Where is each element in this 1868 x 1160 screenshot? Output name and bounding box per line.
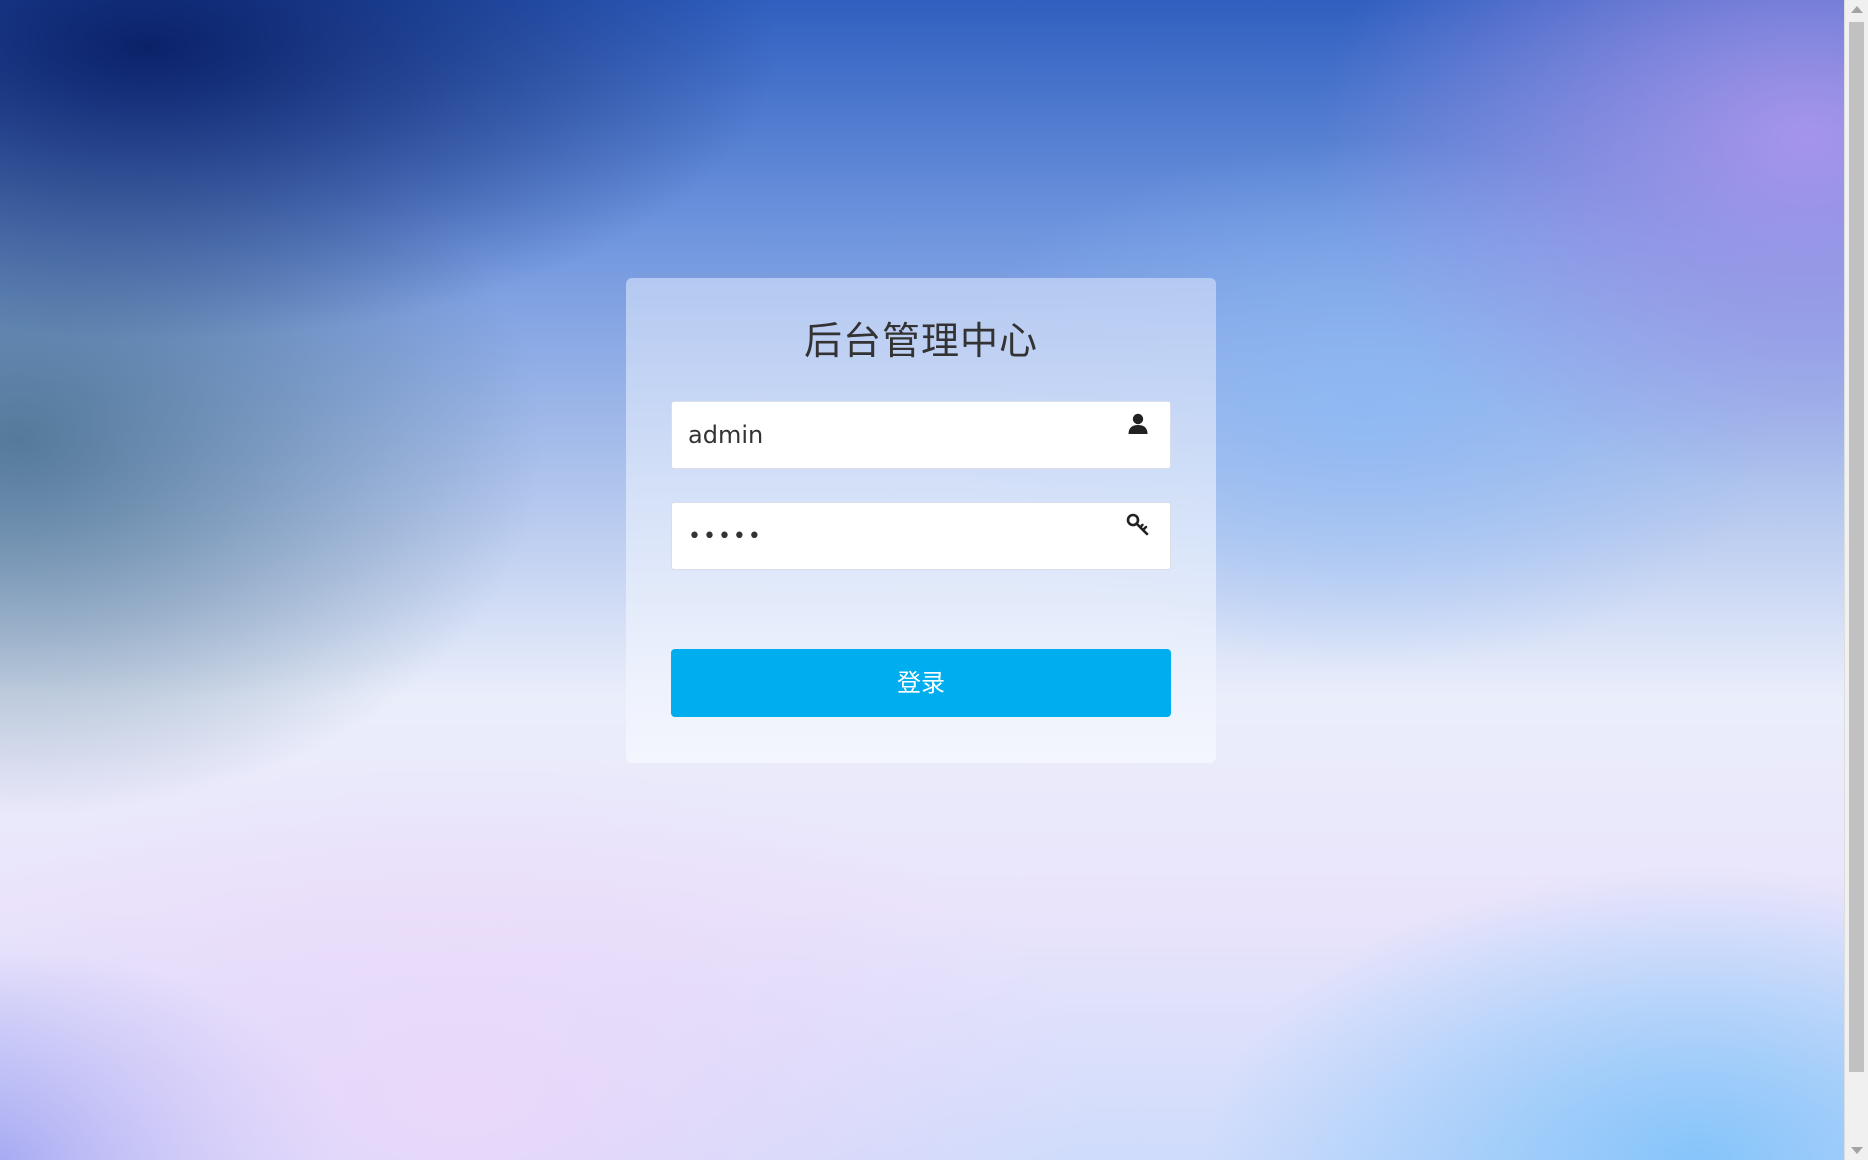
login-button[interactable]: 登录	[671, 649, 1171, 717]
password-field[interactable]	[671, 502, 1171, 570]
username-field[interactable]	[671, 401, 1171, 469]
vertical-scrollbar[interactable]	[1844, 0, 1868, 1160]
scroll-down-arrow-icon[interactable]	[1851, 1147, 1863, 1154]
username-input[interactable]	[672, 402, 1112, 468]
user-icon	[1126, 412, 1150, 436]
key-icon	[1126, 513, 1150, 537]
login-card: 后台管理中心 登录	[626, 278, 1216, 763]
page-background: 后台管理中心 登录	[0, 0, 1844, 1160]
page-title: 后台管理中心	[803, 319, 1038, 363]
scrollbar-thumb[interactable]	[1849, 22, 1864, 1072]
scroll-up-arrow-icon[interactable]	[1851, 6, 1863, 13]
password-input[interactable]	[672, 503, 1112, 569]
